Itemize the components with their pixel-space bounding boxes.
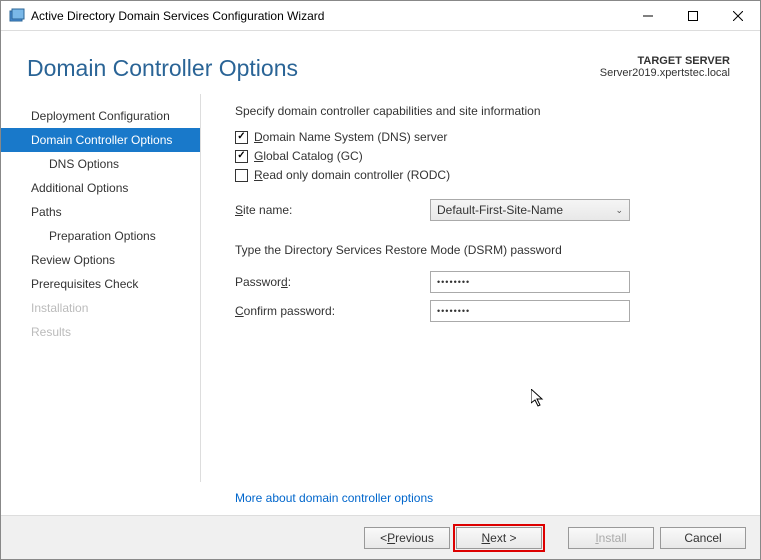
sidebar-item-review-options[interactable]: Review Options — [1, 248, 200, 272]
more-about-link[interactable]: More about domain controller options — [235, 491, 433, 505]
site-name-value: Default-First-Site-Name — [437, 203, 563, 217]
dns-checkbox-row[interactable]: Domain Name System (DNS) server — [235, 130, 740, 144]
dns-checkbox[interactable] — [235, 131, 248, 144]
sidebar-item-deployment-configuration[interactable]: Deployment Configuration — [1, 104, 200, 128]
password-input[interactable]: •••••••• — [430, 271, 630, 293]
site-name-row: Site name: Default-First-Site-Name ⌄ — [235, 199, 740, 221]
target-server-value: Server2019.xpertstec.local — [600, 67, 730, 79]
cancel-button[interactable]: Cancel — [660, 527, 746, 549]
rodc-checkbox-label: Read only domain controller (RODC) — [254, 168, 450, 182]
close-button[interactable] — [715, 2, 760, 30]
sidebar-item-dns-options[interactable]: DNS Options — [1, 152, 200, 176]
sidebar-item-paths[interactable]: Paths — [1, 200, 200, 224]
dsrm-heading: Type the Directory Services Restore Mode… — [235, 243, 740, 257]
gc-checkbox[interactable] — [235, 150, 248, 163]
confirm-password-input[interactable]: •••••••• — [430, 300, 630, 322]
previous-button[interactable]: < Previous — [364, 527, 450, 549]
confirm-password-label: Confirm password: — [235, 304, 430, 318]
app-icon — [9, 8, 25, 24]
sidebar-item-results: Results — [1, 320, 200, 344]
password-label: Password: — [235, 275, 430, 289]
next-button[interactable]: Next > — [456, 527, 542, 549]
dns-checkbox-label: Domain Name System (DNS) server — [254, 130, 447, 144]
maximize-button[interactable] — [670, 2, 715, 30]
target-server-label: TARGET SERVER — [600, 55, 730, 67]
target-server-block: TARGET SERVER Server2019.xpertstec.local — [600, 55, 730, 79]
window-title: Active Directory Domain Services Configu… — [31, 9, 625, 23]
sidebar-item-prerequisites-check[interactable]: Prerequisites Check — [1, 272, 200, 296]
header: Domain Controller Options TARGET SERVER … — [1, 31, 760, 94]
gc-checkbox-label: Global Catalog (GC) — [254, 149, 363, 163]
confirm-password-row: Confirm password: •••••••• — [235, 300, 740, 322]
window-controls — [625, 2, 760, 30]
content-panel: Specify domain controller capabilities a… — [201, 94, 760, 482]
page-title: Domain Controller Options — [27, 55, 298, 82]
install-button: Install — [568, 527, 654, 549]
rodc-checkbox-row[interactable]: Read only domain controller (RODC) — [235, 168, 740, 182]
sidebar: Deployment ConfigurationDomain Controlle… — [1, 94, 201, 482]
title-bar: Active Directory Domain Services Configu… — [1, 1, 760, 31]
main-content: Deployment ConfigurationDomain Controlle… — [1, 94, 760, 482]
capabilities-heading: Specify domain controller capabilities a… — [235, 104, 740, 118]
bottom-bar: < Previous Next > Install Cancel — [1, 515, 760, 559]
sidebar-item-preparation-options[interactable]: Preparation Options — [1, 224, 200, 248]
chevron-down-icon: ⌄ — [615, 205, 623, 216]
minimize-button[interactable] — [625, 2, 670, 30]
gc-checkbox-row[interactable]: Global Catalog (GC) — [235, 149, 740, 163]
sidebar-item-additional-options[interactable]: Additional Options — [1, 176, 200, 200]
sidebar-item-installation: Installation — [1, 296, 200, 320]
sidebar-item-domain-controller-options[interactable]: Domain Controller Options — [1, 128, 200, 152]
rodc-checkbox[interactable] — [235, 169, 248, 182]
site-name-select[interactable]: Default-First-Site-Name ⌄ — [430, 199, 630, 221]
site-name-label: Site name: — [235, 203, 430, 217]
password-row: Password: •••••••• — [235, 271, 740, 293]
